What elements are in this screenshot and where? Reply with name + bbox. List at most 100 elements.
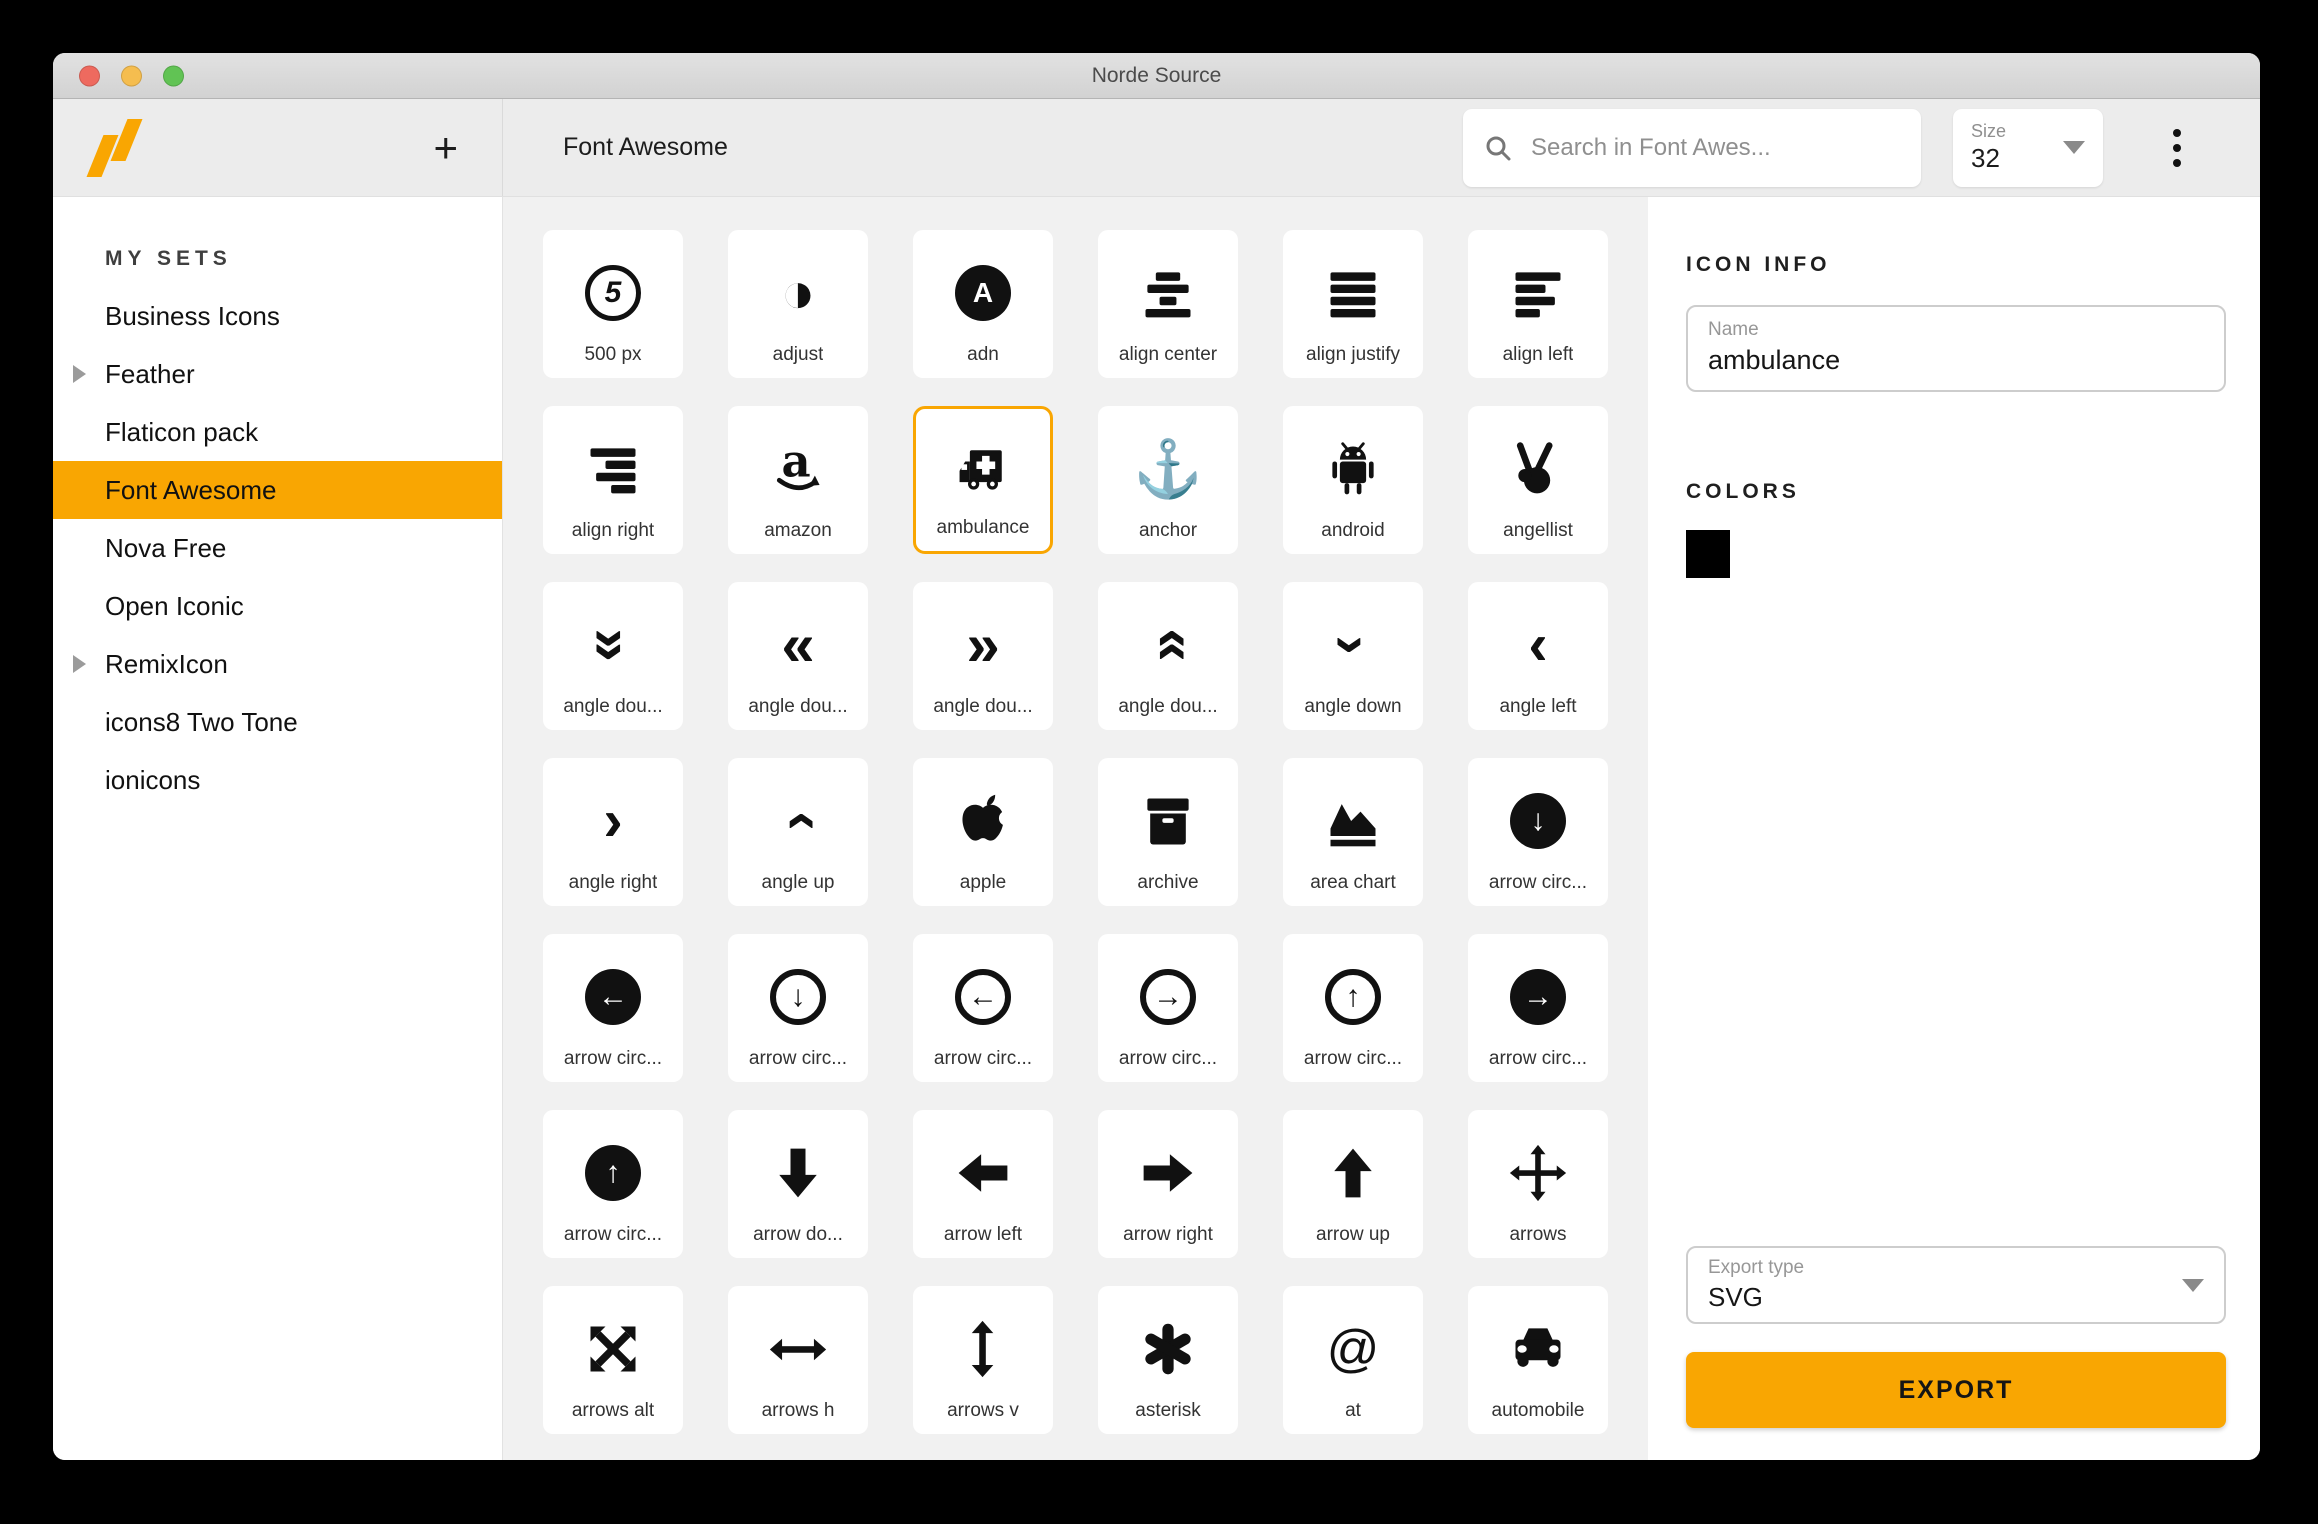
icon-cell[interactable]: arrows h xyxy=(728,1286,868,1434)
search-input[interactable] xyxy=(1529,133,1901,163)
icon-cell[interactable]: ›angle down xyxy=(1283,582,1423,730)
sidebar-item-icons8-two-tone[interactable]: icons8 Two Tone xyxy=(53,693,502,751)
more-options-button[interactable] xyxy=(2165,121,2189,175)
adjust-icon: ◑ xyxy=(734,242,862,344)
sidebar-item-label: Feather xyxy=(105,359,195,390)
color-swatch[interactable] xyxy=(1686,530,1730,578)
icon-cell[interactable]: arrows v xyxy=(913,1286,1053,1434)
icon-cell[interactable]: »angle dou... xyxy=(543,582,683,730)
icon-cell[interactable]: arrow up xyxy=(1283,1110,1423,1258)
icon-cell[interactable]: ←arrow circ... xyxy=(913,934,1053,1082)
minimize-window-button[interactable] xyxy=(121,65,142,86)
sidebar-item-nova-free[interactable]: Nova Free xyxy=(53,519,502,577)
arrow-circle-o-up-icon: ↑ xyxy=(1289,946,1417,1048)
icon-cell[interactable]: @at xyxy=(1283,1286,1423,1434)
icon-cell[interactable]: ←arrow circ... xyxy=(543,934,683,1082)
export-type-dropdown[interactable]: Export type SVG xyxy=(1686,1246,2226,1324)
icon-cell[interactable]: arrows xyxy=(1468,1110,1608,1258)
icon-cell[interactable]: area chart xyxy=(1283,758,1423,906)
icon-cell[interactable]: arrows alt xyxy=(543,1286,683,1434)
icon-cell[interactable]: archive xyxy=(1098,758,1238,906)
close-window-button[interactable] xyxy=(79,65,100,86)
icon-cell[interactable]: asterisk xyxy=(1098,1286,1238,1434)
export-type-label: Export type xyxy=(1708,1257,1804,1280)
icon-cell-label: arrows alt xyxy=(572,1400,654,1422)
sidebar-item-open-iconic[interactable]: Open Iconic xyxy=(53,577,502,635)
icon-grid: 5500 px ◑adjust Aadn align center align just… xyxy=(543,230,1608,1434)
sidebar-item-feather[interactable]: Feather xyxy=(53,345,502,403)
sidebar-item-ionicons[interactable]: ionicons xyxy=(53,751,502,809)
icon-cell[interactable]: ‹angle left xyxy=(1468,582,1608,730)
icon-cell[interactable]: →arrow circ... xyxy=(1468,934,1608,1082)
icon-cell[interactable]: arrow right xyxy=(1098,1110,1238,1258)
icon-cell-label: arrow circ... xyxy=(1489,1048,1587,1070)
icon-cell-label: angle dou... xyxy=(1118,696,1217,718)
icon-cell[interactable]: ↓arrow circ... xyxy=(1468,758,1608,906)
sidebar-item-font-awesome[interactable]: Font Awesome xyxy=(53,461,502,519)
icon-cell[interactable]: angellist xyxy=(1468,406,1608,554)
icon-cell[interactable]: »angle dou... xyxy=(1098,582,1238,730)
sidebar-item-remixicon[interactable]: RemixIcon xyxy=(53,635,502,693)
arrows-alt-icon xyxy=(549,1298,677,1400)
angle-double-left-icon: « xyxy=(734,594,862,696)
archive-icon xyxy=(1104,770,1232,872)
icon-cell[interactable]: ›angle right xyxy=(543,758,683,906)
window-controls xyxy=(79,65,184,86)
icon-cell-label: arrow up xyxy=(1316,1224,1390,1246)
icon-cell[interactable]: automobile xyxy=(1468,1286,1608,1434)
zoom-window-button[interactable] xyxy=(163,65,184,86)
search-box[interactable] xyxy=(1463,109,1921,187)
icon-cell[interactable]: 5500 px xyxy=(543,230,683,378)
sidebar-item-label: Flaticon pack xyxy=(105,417,258,448)
icon-cell[interactable]: Aadn xyxy=(913,230,1053,378)
icon-cell[interactable]: arrow left xyxy=(913,1110,1053,1258)
expand-caret-icon[interactable] xyxy=(73,365,86,383)
icon-cell[interactable]: «angle dou... xyxy=(728,582,868,730)
icon-cell-label: angle up xyxy=(762,872,835,894)
expand-caret-icon[interactable] xyxy=(73,655,86,673)
icon-cell[interactable]: →arrow circ... xyxy=(1098,934,1238,1082)
icon-cell[interactable]: arrow do... xyxy=(728,1110,868,1258)
icon-cell-label: angle dou... xyxy=(748,696,847,718)
icon-cell[interactable]: ↑arrow circ... xyxy=(1283,934,1423,1082)
icon-cell-label: apple xyxy=(960,872,1007,894)
icon-cell-label: arrow circ... xyxy=(749,1048,847,1070)
export-button[interactable]: EXPORT xyxy=(1686,1352,2226,1428)
icon-cell[interactable]: ›angle up xyxy=(728,758,868,906)
add-set-button[interactable]: + xyxy=(433,127,458,169)
icon-cell-label: arrows xyxy=(1509,1224,1566,1246)
icon-cell[interactable]: ↑arrow circ... xyxy=(543,1110,683,1258)
icon-cell[interactable]: aamazon xyxy=(728,406,868,554)
sidebar-item-label: Nova Free xyxy=(105,533,226,564)
icon-cell-label: angle left xyxy=(1499,696,1576,718)
icon-cell[interactable]: apple xyxy=(913,758,1053,906)
icon-cell-label: amazon xyxy=(764,520,832,542)
icon-cell-label: arrow circ... xyxy=(934,1048,1032,1070)
android-icon xyxy=(1289,418,1417,520)
window-title: Norde Source xyxy=(1092,64,1222,88)
size-dropdown[interactable]: Size 32 xyxy=(1953,109,2103,187)
icon-cell[interactable]: ↓arrow circ... xyxy=(728,934,868,1082)
icon-cell[interactable]: align justify xyxy=(1283,230,1423,378)
icon-cell[interactable]: »angle dou... xyxy=(913,582,1053,730)
sidebar-item-flaticon-pack[interactable]: Flaticon pack xyxy=(53,403,502,461)
name-field[interactable]: Name ambulance xyxy=(1686,305,2226,392)
chevron-down-icon xyxy=(2182,1279,2204,1292)
at-icon: @ xyxy=(1289,1298,1417,1400)
icon-cell-label: angle dou... xyxy=(563,696,662,718)
sidebar-item-label: RemixIcon xyxy=(105,649,228,680)
icon-cell[interactable]: ⚓anchor xyxy=(1098,406,1238,554)
icon-cell[interactable]: android xyxy=(1283,406,1423,554)
icon-cell-label: align justify xyxy=(1306,344,1400,366)
icon-cell-label: area chart xyxy=(1310,872,1396,894)
icon-cell[interactable]: align right xyxy=(543,406,683,554)
icon-cell[interactable]: align left xyxy=(1468,230,1608,378)
icon-cell[interactable]: ambulance xyxy=(913,406,1053,554)
align-left-icon xyxy=(1474,242,1602,344)
automobile-icon xyxy=(1474,1298,1602,1400)
icon-cell[interactable]: align center xyxy=(1098,230,1238,378)
sidebar-item-business-icons[interactable]: Business Icons xyxy=(53,287,502,345)
angle-right-icon: › xyxy=(549,770,677,872)
icon-cell-label: angle right xyxy=(569,872,658,894)
icon-cell[interactable]: ◑adjust xyxy=(728,230,868,378)
